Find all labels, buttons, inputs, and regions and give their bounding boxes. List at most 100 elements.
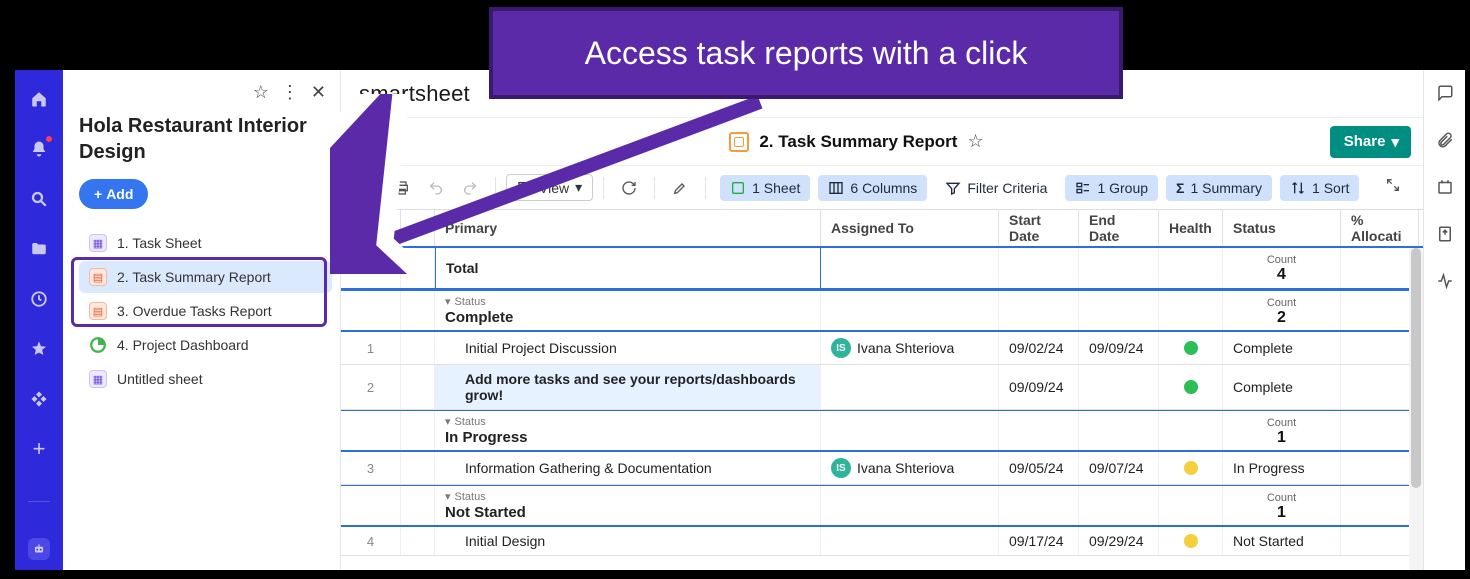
summary-pill[interactable]: Σ1 Summary bbox=[1166, 175, 1272, 201]
close-icon[interactable]: ✕ bbox=[311, 82, 326, 103]
avatar: IS bbox=[831, 338, 851, 358]
callout-banner: Access task reports with a click bbox=[489, 7, 1123, 99]
save-icon[interactable] bbox=[353, 173, 383, 203]
notifications-icon[interactable] bbox=[28, 138, 50, 160]
assistant-icon[interactable] bbox=[28, 538, 50, 560]
right-rail bbox=[1423, 70, 1465, 570]
filter-criteria-button[interactable]: Filter Criteria bbox=[935, 175, 1057, 201]
view-dropdown[interactable]: View ▾ bbox=[506, 174, 593, 201]
task-row[interactable]: 3 Information Gathering & Documentation … bbox=[341, 452, 1423, 485]
notification-badge bbox=[44, 134, 54, 144]
sidebar-item-label: 2. Task Summary Report bbox=[117, 269, 271, 285]
column-header-status[interactable]: Status bbox=[1223, 210, 1341, 246]
activity-log-icon[interactable] bbox=[1436, 272, 1454, 295]
scrollbar-thumb[interactable] bbox=[1411, 248, 1421, 488]
nav-list: ▦ 1. Task Sheet ▤ 2. Task Summary Report… bbox=[79, 227, 332, 395]
pill-label: 1 Group bbox=[1097, 180, 1148, 196]
dashboard-icon bbox=[89, 336, 107, 354]
share-button[interactable]: Share ▾ bbox=[1330, 126, 1411, 158]
sidebar-item-label: 4. Project Dashboard bbox=[117, 337, 249, 353]
undo-icon[interactable] bbox=[421, 173, 451, 203]
global-nav-rail: + bbox=[15, 70, 63, 570]
collapse-icon[interactable]: ▾ bbox=[445, 295, 451, 308]
sidebar-item-project-dashboard[interactable]: 4. Project Dashboard bbox=[79, 329, 332, 361]
highlight-icon[interactable] bbox=[665, 173, 695, 203]
attachments-icon[interactable] bbox=[1436, 131, 1454, 154]
favorite-star-icon[interactable]: ☆ bbox=[253, 82, 269, 103]
share-button-label: Share bbox=[1344, 133, 1386, 150]
report-type-icon bbox=[729, 132, 749, 152]
health-dot-icon bbox=[1184, 380, 1198, 394]
column-header-primary[interactable]: Primary bbox=[435, 210, 821, 246]
sidebar-item-label: 1. Task Sheet bbox=[117, 235, 202, 251]
chevron-down-icon: ▾ bbox=[575, 179, 582, 196]
publish-icon[interactable] bbox=[1436, 225, 1454, 248]
conversations-icon[interactable] bbox=[1436, 84, 1454, 107]
task-row[interactable]: 4 Initial Design 09/17/24 09/29/24 Not S… bbox=[341, 527, 1423, 556]
workapps-icon[interactable] bbox=[28, 388, 50, 410]
sort-pill[interactable]: 1 Sort bbox=[1280, 175, 1359, 201]
group-header-row[interactable]: ▾ StatusNot Started Count1 bbox=[341, 485, 1423, 527]
callout-text: Access task reports with a click bbox=[585, 35, 1028, 72]
sidebar-item-label: Untitled sheet bbox=[117, 371, 203, 387]
collapse-icon[interactable]: ▾ bbox=[445, 490, 451, 503]
collapse-icon[interactable]: ▾ bbox=[445, 415, 451, 428]
avatar: IS bbox=[831, 458, 851, 478]
group-pill[interactable]: 1 Group bbox=[1065, 175, 1158, 201]
sidebar-item-overdue-report[interactable]: ▤ 3. Overdue Tasks Report bbox=[79, 295, 332, 327]
main-area: smartsheet File 2. Task Summary Report ☆… bbox=[341, 70, 1465, 570]
task-row[interactable]: 1 Initial Project Discussion ISIvana Sht… bbox=[341, 332, 1423, 365]
grid-body: Total Count4 ▾ StatusComplete Count2 1 I… bbox=[341, 248, 1423, 570]
column-header-allocation[interactable]: % Allocati bbox=[1341, 210, 1419, 246]
workspace-sidebar: ☆ ⋮ ✕ Hola Restaurant Interior Design +A… bbox=[63, 70, 341, 570]
count-label: Count bbox=[1267, 254, 1296, 266]
more-menu-icon[interactable]: ⋮ bbox=[281, 82, 299, 103]
chevron-down-icon: ▾ bbox=[1391, 133, 1399, 151]
source-sheets-pill[interactable]: 1 Sheet bbox=[720, 175, 810, 201]
favorites-icon[interactable] bbox=[28, 338, 50, 360]
refresh-icon[interactable] bbox=[614, 173, 644, 203]
sidebar-item-task-sheet[interactable]: ▦ 1. Task Sheet bbox=[79, 227, 332, 259]
brand-logo: smartsheet bbox=[359, 81, 470, 107]
report-icon: ▤ bbox=[89, 302, 107, 320]
row-actions-header bbox=[341, 210, 401, 246]
sidebar-item-label: 3. Overdue Tasks Report bbox=[117, 303, 272, 319]
column-header-end[interactable]: End Date bbox=[1079, 210, 1159, 246]
print-icon[interactable] bbox=[387, 173, 417, 203]
column-header-assigned[interactable]: Assigned To bbox=[821, 210, 999, 246]
column-header-start[interactable]: Start Date bbox=[999, 210, 1079, 246]
vertical-scrollbar[interactable] bbox=[1409, 248, 1423, 570]
group-header-row[interactable]: ▾ StatusComplete Count2 bbox=[341, 290, 1423, 332]
file-menu[interactable]: File bbox=[359, 133, 383, 150]
pill-label: 1 Sort bbox=[1312, 180, 1349, 196]
redo-icon[interactable] bbox=[455, 173, 485, 203]
report-title[interactable]: 2. Task Summary Report bbox=[759, 132, 957, 152]
pill-label: 1 Summary bbox=[1190, 180, 1262, 196]
add-icon[interactable]: + bbox=[28, 438, 50, 460]
rail-separator bbox=[28, 501, 50, 502]
recents-icon[interactable] bbox=[28, 288, 50, 310]
group-header-row[interactable]: ▾ StatusIn Progress Count1 bbox=[341, 410, 1423, 452]
pill-label: 6 Columns bbox=[850, 180, 917, 196]
pill-label: Filter Criteria bbox=[967, 180, 1047, 196]
toolbar: View▾ 1 Sheet 6 Columns Filter Criteria … bbox=[341, 166, 1423, 210]
home-icon[interactable] bbox=[28, 88, 50, 110]
app-frame: + ☆ ⋮ ✕ Hola Restaurant Interior Design … bbox=[15, 70, 1465, 570]
browse-icon[interactable] bbox=[28, 238, 50, 260]
sidebar-item-task-summary-report[interactable]: ▤ 2. Task Summary Report bbox=[79, 261, 332, 293]
count-value: 4 bbox=[1277, 266, 1286, 284]
sidebar-item-untitled-sheet[interactable]: ▦ Untitled sheet bbox=[79, 363, 332, 395]
sheet-icon: ▦ bbox=[89, 234, 107, 252]
favorite-star-icon[interactable]: ☆ bbox=[967, 131, 983, 152]
columns-pill[interactable]: 6 Columns bbox=[818, 175, 927, 201]
health-dot-icon bbox=[1184, 461, 1198, 475]
report-icon: ▤ bbox=[89, 268, 107, 286]
search-icon[interactable] bbox=[28, 188, 50, 210]
column-header-health[interactable]: Health bbox=[1159, 210, 1223, 246]
view-label: View bbox=[539, 180, 569, 196]
expand-icon[interactable] bbox=[1375, 177, 1411, 198]
attachments-header bbox=[401, 210, 435, 246]
task-row[interactable]: 2 Add more tasks and see your reports/da… bbox=[341, 365, 1423, 410]
add-button[interactable]: +Add bbox=[79, 179, 148, 209]
proofs-icon[interactable] bbox=[1436, 178, 1454, 201]
